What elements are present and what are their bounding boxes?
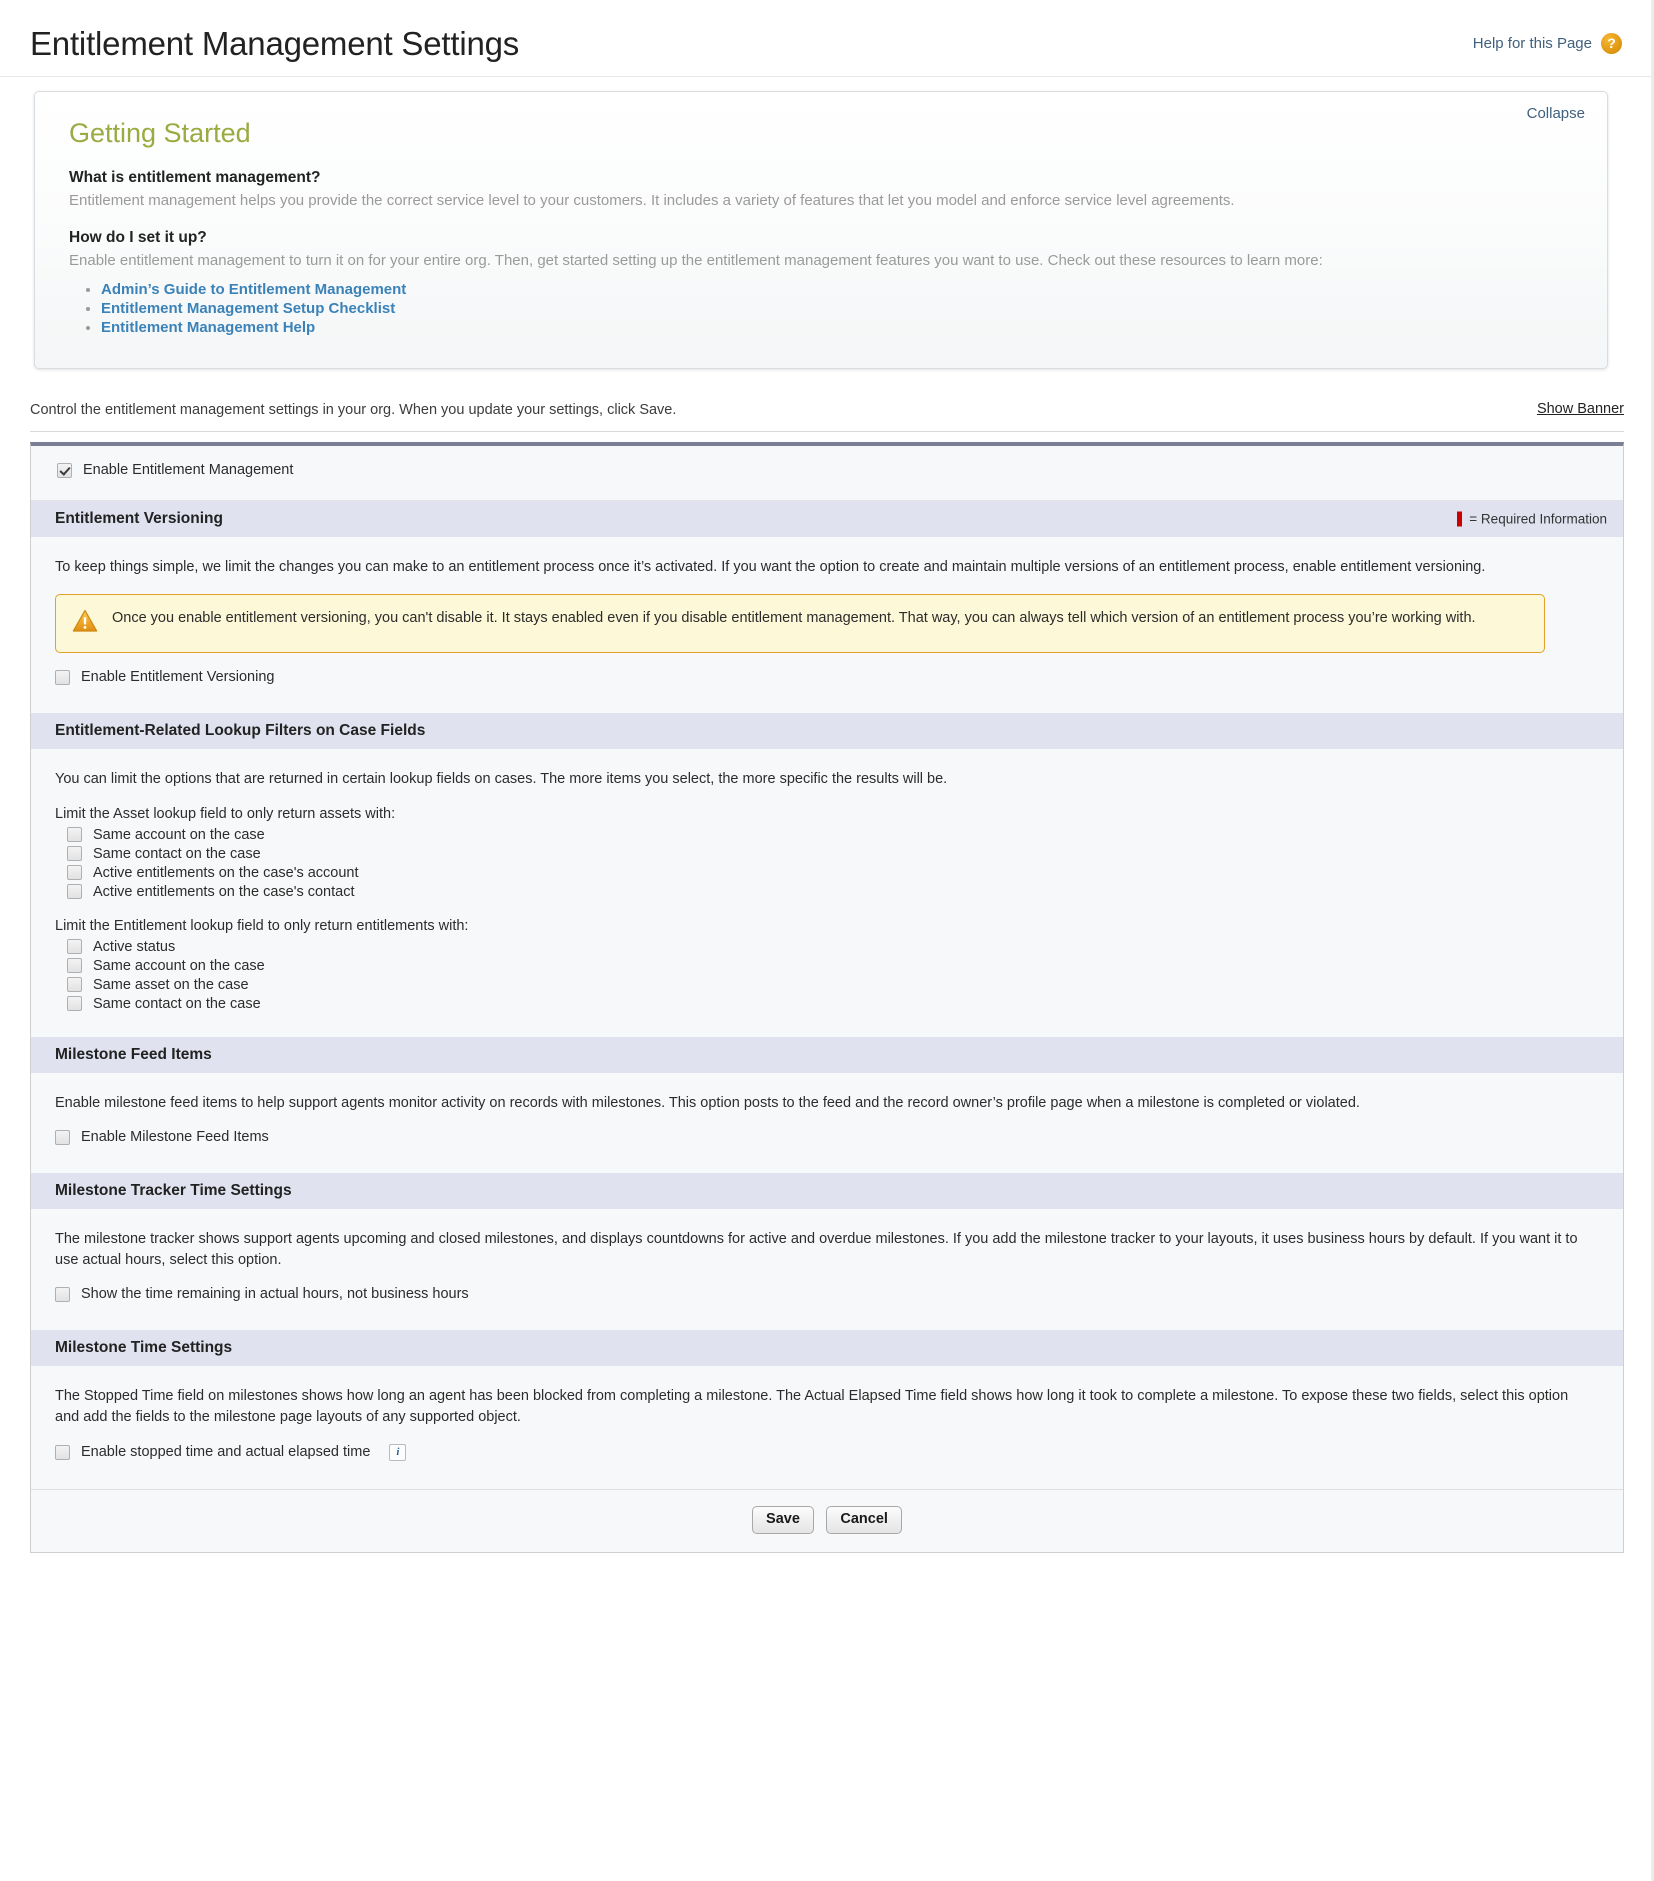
checkbox-label: Same contact on the case xyxy=(93,995,261,1012)
section-title: Milestone Time Settings xyxy=(55,1339,233,1357)
enable-entitlement-management-row: Enable Entitlement Management xyxy=(31,446,1623,502)
checkbox-label: Same account on the case xyxy=(93,957,265,974)
settings-form: Enable Entitlement Management Entitlemen… xyxy=(30,442,1624,1554)
checkbox-entitlement-same-account[interactable] xyxy=(67,958,82,974)
checkbox-row[interactable]: Active entitlements on the case's contac… xyxy=(67,884,1599,900)
checkbox-row[interactable]: Active entitlements on the case's accoun… xyxy=(67,865,1599,881)
section-description: The Stopped Time field on milestones sho… xyxy=(55,1388,1569,1425)
checkbox-label: Enable Entitlement Versioning xyxy=(81,669,275,686)
show-banner-link[interactable]: Show Banner xyxy=(1537,401,1624,417)
checkbox-row[interactable]: Enable Entitlement Management xyxy=(57,462,1623,478)
checkbox-label: Active entitlements on the case's contac… xyxy=(93,883,355,900)
getting-started-title: Getting Started xyxy=(69,118,251,149)
checkbox-entitlement-same-asset[interactable] xyxy=(67,977,82,993)
help-link-label[interactable]: Help for this Page xyxy=(1473,35,1592,52)
warning-triangle-icon xyxy=(72,609,98,638)
collapse-link[interactable]: Collapse xyxy=(1527,105,1585,122)
help-for-this-page[interactable]: Help for this Page ? xyxy=(1473,33,1622,54)
checkbox-enable-milestone-feed-items[interactable] xyxy=(55,1129,70,1145)
warning-text: Once you enable entitlement versioning, … xyxy=(112,610,1476,627)
cancel-button[interactable]: Cancel xyxy=(826,1505,902,1535)
list-item: Entitlement Management Setup Checklist xyxy=(101,300,1573,318)
checkbox-entitlement-same-contact[interactable] xyxy=(67,996,82,1012)
required-marker-icon xyxy=(1457,511,1463,527)
section-header-milestone-feed-items: Milestone Feed Items xyxy=(31,1036,1623,1073)
section-title: Milestone Feed Items xyxy=(55,1045,212,1063)
section-title: Milestone Tracker Time Settings xyxy=(55,1182,292,1200)
section-header-milestone-time-settings: Milestone Time Settings xyxy=(31,1330,1623,1367)
section-body-milestone-time-settings: The Stopped Time field on milestones sho… xyxy=(31,1366,1623,1489)
checkbox-asset-same-contact[interactable] xyxy=(67,846,82,862)
gs-answer-2: Enable entitlement management to turn it… xyxy=(69,252,1323,270)
section-body-milestone-feed-items: Enable milestone feed items to help supp… xyxy=(31,1072,1623,1174)
section-header-entitlement-versioning: Entitlement Versioning = Required Inform… xyxy=(31,501,1623,538)
form-footer: Save Cancel xyxy=(31,1488,1623,1553)
group-label: Limit the Entitlement lookup field to on… xyxy=(55,917,469,934)
section-title: Entitlement-Related Lookup Filters on Ca… xyxy=(55,722,426,740)
checkbox-row[interactable]: Same account on the case xyxy=(67,827,1599,843)
checkbox-label: Active status xyxy=(93,938,176,955)
required-information-legend: = Required Information xyxy=(1457,511,1607,527)
page-header: Entitlement Management Settings Help for… xyxy=(0,0,1654,78)
checkbox-label: Show the time remaining in actual hours,… xyxy=(81,1286,469,1303)
info-icon[interactable]: i xyxy=(389,1443,407,1461)
list-item: Entitlement Management Help xyxy=(101,319,1573,337)
checkbox-row[interactable]: Enable Milestone Feed Items xyxy=(55,1129,1599,1145)
checkbox-row[interactable]: Same contact on the case xyxy=(67,846,1599,862)
section-header-milestone-tracker-time-settings: Milestone Tracker Time Settings xyxy=(31,1173,1623,1210)
checkbox-label: Enable Milestone Feed Items xyxy=(81,1129,269,1146)
list-item: Admin’s Guide to Entitlement Management xyxy=(101,281,1573,299)
checkbox-row[interactable]: Same asset on the case xyxy=(67,977,1599,993)
asset-lookup-filter-group: Limit the Asset lookup field to only ret… xyxy=(55,806,1599,900)
checkbox-label: Same account on the case xyxy=(93,826,265,843)
checkbox-enable-entitlement-versioning[interactable] xyxy=(55,669,70,685)
checkbox-row[interactable]: Same contact on the case xyxy=(67,996,1599,1012)
checkbox-show-time-remaining-actual-hours[interactable] xyxy=(55,1286,70,1302)
section-description: To keep things simple, we limit the chan… xyxy=(55,559,1486,576)
checkbox-row[interactable]: Show the time remaining in actual hours,… xyxy=(55,1286,1599,1302)
checkbox-row[interactable]: Active status xyxy=(67,939,1599,955)
checkbox-entitlement-active-status[interactable] xyxy=(67,939,82,955)
section-description: You can limit the options that are retur… xyxy=(55,771,948,788)
section-description: Enable milestone feed items to help supp… xyxy=(55,1094,1360,1111)
link-setup-checklist[interactable]: Entitlement Management Setup Checklist xyxy=(101,300,395,317)
checkbox-asset-same-account[interactable] xyxy=(67,827,82,843)
gs-resource-list: Admin’s Guide to Entitlement Management … xyxy=(69,281,1573,337)
page-title: Entitlement Management Settings xyxy=(30,25,520,62)
required-legend-label: = Required Information xyxy=(1469,511,1607,527)
checkbox-enable-entitlement-management[interactable] xyxy=(57,462,72,478)
checkbox-asset-active-entitlements-account[interactable] xyxy=(67,865,82,881)
checkbox-label: Same asset on the case xyxy=(93,976,249,993)
checkbox-row[interactable]: Enable Entitlement Versioning xyxy=(55,669,1599,685)
getting-started-panel: Collapse Getting Started What is entitle… xyxy=(34,91,1608,370)
getting-started-wrap: Collapse Getting Started What is entitle… xyxy=(0,77,1654,370)
link-admins-guide[interactable]: Admin’s Guide to Entitlement Management xyxy=(101,281,406,298)
group-label: Limit the Asset lookup field to only ret… xyxy=(55,805,396,822)
entitlement-lookup-filter-group: Limit the Entitlement lookup field to on… xyxy=(55,918,1599,1012)
section-body-entitlement-versioning: To keep things simple, we limit the chan… xyxy=(31,537,1623,714)
section-header-lookup-filters: Entitlement-Related Lookup Filters on Ca… xyxy=(31,713,1623,750)
section-description: The milestone tracker shows support agen… xyxy=(55,1231,1578,1268)
checkbox-row[interactable]: Enable stopped time and actual elapsed t… xyxy=(55,1443,1599,1461)
checkbox-label: Same contact on the case xyxy=(93,845,261,862)
question-mark-icon[interactable]: ? xyxy=(1601,33,1622,54)
gs-question-2: How do I set it up? xyxy=(69,229,207,247)
link-entitlement-help[interactable]: Entitlement Management Help xyxy=(101,319,315,336)
checkbox-label: Enable stopped time and actual elapsed t… xyxy=(81,1444,371,1461)
checkbox-label: Active entitlements on the case's accoun… xyxy=(93,864,359,881)
section-body-lookup-filters: You can limit the options that are retur… xyxy=(31,749,1623,1037)
checkbox-enable-stopped-time[interactable] xyxy=(55,1444,70,1460)
gs-question-1: What is entitlement management? xyxy=(69,169,321,187)
checkbox-label: Enable Entitlement Management xyxy=(83,462,294,479)
checkbox-row[interactable]: Same account on the case xyxy=(67,958,1599,974)
checkbox-asset-active-entitlements-contact[interactable] xyxy=(67,884,82,900)
save-button[interactable]: Save xyxy=(752,1505,814,1535)
warning-box: Once you enable entitlement versioning, … xyxy=(55,594,1545,654)
control-bar-text: Control the entitlement management setti… xyxy=(30,402,677,419)
section-body-milestone-tracker-time-settings: The milestone tracker shows support agen… xyxy=(31,1209,1623,1331)
gs-answer-1: Entitlement management helps you provide… xyxy=(69,192,1235,210)
control-bar: Control the entitlement management setti… xyxy=(30,401,1624,433)
section-title: Entitlement Versioning xyxy=(55,510,223,528)
